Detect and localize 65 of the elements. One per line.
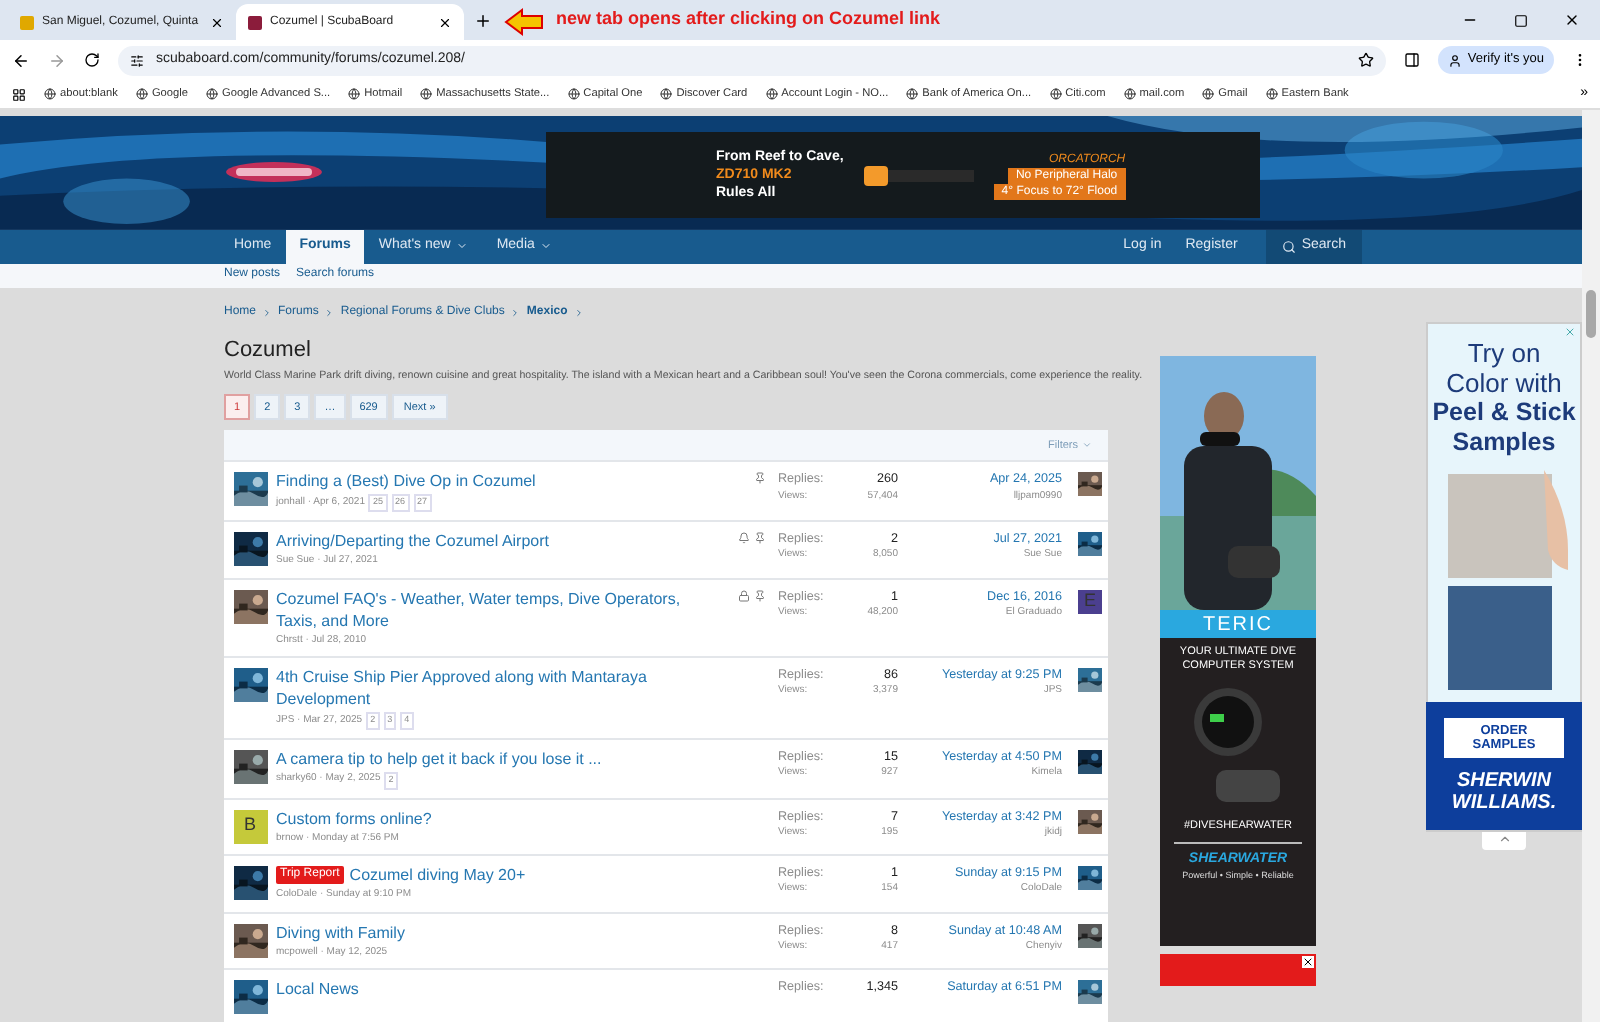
thread-title[interactable]: A camera tip to help get it back if you lose it ... bbox=[276, 747, 602, 770]
globe-icon bbox=[1202, 87, 1215, 100]
back-icon[interactable] bbox=[12, 51, 30, 69]
ad-headline: Peel & Stick Samples bbox=[1430, 398, 1578, 459]
globe-icon bbox=[1049, 87, 1062, 100]
reload-icon[interactable] bbox=[84, 52, 100, 68]
chevron-icon bbox=[573, 307, 584, 318]
bookmark-star-icon[interactable] bbox=[1357, 52, 1374, 68]
ad-brand: TERIC bbox=[1203, 611, 1273, 640]
scrollbar[interactable] bbox=[1582, 110, 1600, 1022]
close-icon[interactable] bbox=[1302, 956, 1314, 969]
ad-headline: Try on Color with bbox=[1444, 338, 1564, 399]
arrow-icon bbox=[504, 8, 544, 36]
site-info-icon[interactable] bbox=[130, 53, 144, 67]
avatar: B bbox=[233, 809, 267, 843]
site-icon bbox=[248, 15, 262, 29]
thread-title[interactable]: Cozumel diving May 20+ bbox=[349, 864, 526, 886]
pin-icon bbox=[754, 589, 766, 601]
pin-icon bbox=[754, 532, 766, 544]
chevron-up-icon bbox=[1497, 832, 1511, 847]
globe-icon bbox=[135, 87, 148, 100]
thread-title[interactable]: Diving with Family bbox=[276, 921, 405, 943]
globe-icon bbox=[660, 87, 673, 100]
page-title: Cozumel bbox=[224, 335, 311, 366]
new-tab-icon[interactable] bbox=[474, 12, 492, 30]
bell-icon bbox=[738, 532, 750, 544]
pin-icon bbox=[754, 472, 766, 485]
ad-strip[interactable] bbox=[1160, 954, 1316, 987]
apps-icon[interactable] bbox=[12, 87, 26, 101]
globe-icon bbox=[44, 87, 56, 100]
avatar: E bbox=[1078, 589, 1102, 613]
globe-icon bbox=[205, 87, 218, 100]
maximize-icon[interactable] bbox=[1514, 14, 1528, 28]
annotation-text: new tab opens after clicking on Cozumel link bbox=[556, 5, 941, 32]
close-icon[interactable] bbox=[438, 15, 452, 29]
globe-icon bbox=[906, 87, 919, 100]
chevron-icon bbox=[510, 307, 521, 318]
thread-title[interactable]: Custom forms online? bbox=[276, 807, 432, 829]
close-icon[interactable] bbox=[1564, 12, 1580, 28]
search-icon bbox=[1281, 239, 1296, 254]
caret-icon bbox=[540, 240, 553, 253]
forward-icon[interactable] bbox=[48, 51, 66, 69]
lock-icon bbox=[738, 589, 750, 601]
flashlight-icon bbox=[863, 161, 974, 189]
globe-icon bbox=[765, 87, 778, 100]
close-icon[interactable] bbox=[210, 15, 224, 29]
favicon-icon bbox=[20, 15, 34, 29]
thread-title[interactable]: Cozumel FAQ's - Weather, Water temps, Dive Operators, Taxis, and More bbox=[276, 587, 722, 631]
thread-title[interactable]: Arriving/Departing the Cozumel Airport bbox=[276, 530, 550, 552]
thread-title[interactable]: Local News bbox=[276, 978, 359, 1000]
thread-title[interactable]: Finding a (Best) Dive Op in Cozumel bbox=[276, 470, 536, 493]
globe-icon bbox=[1123, 87, 1136, 100]
globe-icon bbox=[1265, 87, 1278, 100]
chevron-icon bbox=[324, 307, 335, 318]
globe-icon bbox=[348, 87, 361, 100]
chevron-icon bbox=[262, 307, 273, 318]
caret-icon bbox=[1082, 440, 1092, 451]
side-panel-icon[interactable] bbox=[1403, 52, 1420, 68]
thread-title[interactable]: 4th Cruise Ship Pier Approved along with Mantaraya Development bbox=[276, 666, 722, 710]
globe-icon bbox=[420, 87, 433, 100]
globe-icon bbox=[567, 87, 580, 100]
user-icon bbox=[1447, 53, 1462, 67]
ad-brand: SHERWIN WILLIAMS. bbox=[1449, 770, 1559, 815]
logo-icon bbox=[224, 160, 324, 184]
caret-icon bbox=[456, 240, 469, 253]
